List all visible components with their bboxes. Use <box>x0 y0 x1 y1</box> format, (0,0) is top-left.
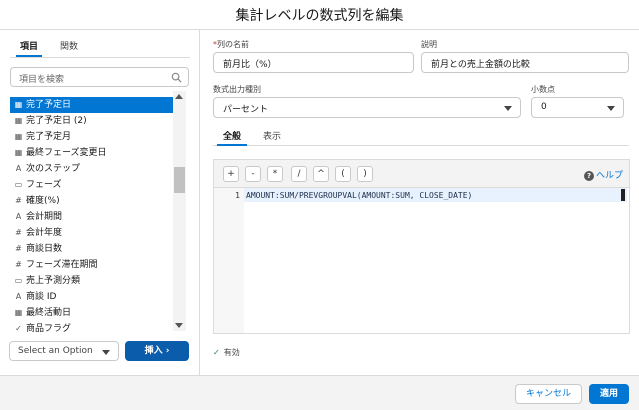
help-icon: ? <box>583 171 594 181</box>
calendar-icon: ▦ <box>14 308 23 317</box>
field-item[interactable]: ▦ 完了予定日 <box>10 97 173 113</box>
field-item[interactable]: # 会計年度 <box>10 225 173 241</box>
minus-operator-button[interactable]: - <box>245 166 261 182</box>
formula-line[interactable]: AMOUNT:SUM/PREVGROUPVAL(AMOUNT:SUM, CLOS… <box>244 188 627 202</box>
checkmark-icon: ✓ <box>213 348 220 357</box>
tab-general[interactable]: 全般 <box>216 129 248 146</box>
option-select-value: Select an Option <box>18 346 93 356</box>
field-item[interactable]: # 確度(%) <box>10 193 173 209</box>
field-item[interactable]: ▦ 最終フェーズ変更日 <box>10 145 173 161</box>
output-type-label: 数式出力種別 <box>213 85 261 94</box>
description-label: 説明 <box>421 40 437 49</box>
search-icon <box>171 72 182 83</box>
number-icon: # <box>15 228 22 237</box>
insert-button[interactable]: 挿入 › <box>125 341 189 361</box>
decimal-label: 小数点 <box>531 85 555 94</box>
field-list: ▦ 完了予定日 ▦ 完了予定日 (2) ▦ 完了予定月 ▦ 最終フェーズ変更日 A 次のス… <box>10 91 186 333</box>
picklist-icon: ▭ <box>14 180 23 189</box>
dialog-title: 集計レベルの数式列を編集 <box>235 8 404 24</box>
chevron-down-icon <box>102 350 110 355</box>
decimal-value: 0 <box>541 102 547 112</box>
apply-button[interactable]: 適用 <box>589 384 629 404</box>
search-placeholder: 項目を検索 <box>19 75 65 85</box>
cancel-button[interactable]: キャンセル <box>515 384 582 404</box>
description-input[interactable]: 前月との売上金額の比較 <box>421 52 629 73</box>
calendar-icon: ▦ <box>14 148 23 157</box>
field-item[interactable]: ▦ 完了予定日 (2) <box>10 113 173 129</box>
field-item[interactable]: A 会計期間 <box>10 209 173 225</box>
field-item[interactable]: ▭ フェーズ <box>10 177 173 193</box>
field-panel: 項目 関数 項目を検索 ▦ 完了予定日 ▦ 完了予定日 (2) ▦ 完了予定月 ▦ 最終… <box>0 30 200 375</box>
description-value: 前月との売上金額の比較 <box>431 60 530 70</box>
formula-editor: + - * / ^ ( ) ? ヘルプ 1 AMOUNT:SUM/PREVGROU… <box>213 159 630 334</box>
close-paren-button[interactable]: ) <box>357 166 373 182</box>
left-tabs: 項目 関数 <box>10 36 190 58</box>
operator-toolbar: + - * / ^ ( ) ? ヘルプ <box>214 160 629 188</box>
text-icon: A <box>15 212 22 221</box>
field-item[interactable]: # フェーズ滞在期間 <box>10 257 173 273</box>
number-icon: # <box>15 260 22 269</box>
formula-panel: *列の名前 前月比（%） 説明 前月との売上金額の比較 数式出力種別 パーセント… <box>201 30 639 375</box>
checkbox-icon: ✓ <box>15 324 22 333</box>
field-item[interactable]: ▦ 完了予定月 <box>10 129 173 145</box>
text-icon: A <box>15 164 22 173</box>
number-icon: # <box>15 196 22 205</box>
field-item[interactable]: A 商談 ID <box>10 289 173 305</box>
divide-operator-button[interactable]: / <box>291 166 307 182</box>
picklist-icon: ▭ <box>14 276 23 285</box>
field-item[interactable]: A 次のステップ <box>10 161 173 177</box>
text-icon: A <box>15 292 22 301</box>
output-type-value: パーセント <box>223 105 269 115</box>
dialog-header: 集計レベルの数式列を編集 <box>0 0 639 30</box>
chevron-down-icon <box>504 106 512 111</box>
column-name-label: *列の名前 <box>213 40 249 49</box>
line-gutter: 1 <box>214 188 244 333</box>
plus-operator-button[interactable]: + <box>223 166 239 182</box>
column-name-value: 前月比（%） <box>223 60 277 70</box>
field-item[interactable]: ✓ 商品フラグ <box>10 321 173 333</box>
formula-tabs: 全般 表示 <box>213 124 629 146</box>
decimal-select[interactable]: 0 <box>531 97 624 118</box>
number-icon: # <box>15 244 22 253</box>
calendar-icon: ▦ <box>14 132 23 141</box>
output-type-select[interactable]: パーセント <box>213 97 521 118</box>
scroll-down-arrow-icon[interactable] <box>175 323 183 328</box>
scroll-up-arrow-icon[interactable] <box>175 94 183 99</box>
formula-text: AMOUNT:SUM/PREVGROUPVAL(AMOUNT:SUM, CLOS… <box>246 191 473 200</box>
tab-fields[interactable]: 項目 <box>15 39 43 57</box>
text-cursor <box>621 189 625 201</box>
scrollbar-thumb[interactable] <box>174 167 185 193</box>
field-search-input[interactable]: 項目を検索 <box>10 67 189 87</box>
calendar-icon: ▦ <box>14 116 23 125</box>
power-operator-button[interactable]: ^ <box>313 166 329 182</box>
calendar-icon: ▦ <box>14 100 23 109</box>
validation-status: ✓ 有効 <box>213 348 240 357</box>
field-item[interactable]: ▦ 最終活動日 <box>10 305 173 321</box>
field-item[interactable]: ▭ 売上予測分類 <box>10 273 173 289</box>
multiply-operator-button[interactable]: * <box>267 166 283 182</box>
chevron-down-icon <box>607 106 615 111</box>
tab-display[interactable]: 表示 <box>263 129 281 142</box>
open-paren-button[interactable]: ( <box>335 166 351 182</box>
column-name-input[interactable]: 前月比（%） <box>213 52 414 73</box>
option-select[interactable]: Select an Option <box>9 341 119 361</box>
tab-functions[interactable]: 関数 <box>60 39 78 52</box>
list-scrollbar[interactable] <box>173 91 186 331</box>
field-item[interactable]: # 商談日数 <box>10 241 173 257</box>
help-link[interactable]: ? ヘルプ <box>583 168 623 181</box>
line-number: 1 <box>235 191 240 200</box>
dialog-footer: キャンセル 適用 <box>0 375 639 410</box>
